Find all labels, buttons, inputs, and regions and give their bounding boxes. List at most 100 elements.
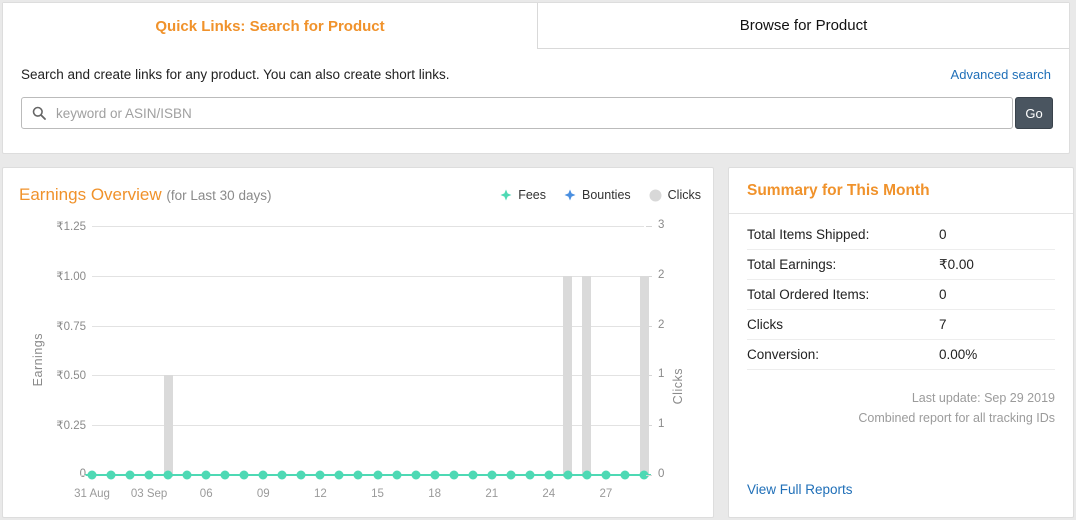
diamond-marker-icon <box>564 189 576 201</box>
legend-item-bounties[interactable]: Bounties <box>564 188 631 202</box>
y-axis-tick-left: 0 <box>79 468 86 480</box>
chart-point-fees[interactable] <box>353 470 363 480</box>
chart-point-fees[interactable] <box>487 470 497 480</box>
x-axis-tick: 27 <box>599 488 613 500</box>
y-axis-tick-left: ₹0.50 <box>56 370 86 382</box>
summary-row-key: Total Ordered Items: <box>747 287 870 302</box>
chart-bar-clicks[interactable] <box>639 275 649 477</box>
chart-point-fees[interactable] <box>449 470 459 480</box>
summary-header: Summary for This Month <box>729 168 1073 214</box>
x-axis-zero-ticklet <box>80 475 86 476</box>
diamond-marker-icon <box>500 189 512 201</box>
chart-bar-clicks[interactable] <box>163 375 173 477</box>
chart-point-fees[interactable] <box>392 470 402 480</box>
chart-point-fees[interactable] <box>582 470 592 480</box>
chart-point-fees[interactable] <box>182 470 192 480</box>
chart-gridline <box>92 276 644 277</box>
tab-quick-links-search[interactable]: Quick Links: Search for Product <box>3 3 537 49</box>
search-description: Search and create links for any product.… <box>21 67 450 82</box>
summary-panel: Summary for This Month Total Items Shipp… <box>728 167 1074 518</box>
chart-subtitle-text: (for Last 30 days) <box>166 188 272 203</box>
chart-point-fees[interactable] <box>296 470 306 480</box>
summary-row: Total Earnings: ₹0.00 <box>747 250 1055 280</box>
last-update-note: Last update: Sep 29 2019 <box>911 391 1055 405</box>
chart-bar-clicks[interactable] <box>582 275 592 477</box>
chart-point-fees[interactable] <box>506 470 516 480</box>
summary-row-value: 0 <box>939 227 947 242</box>
y-axis-tick-left: ₹1.00 <box>56 271 86 283</box>
chart-point-fees[interactable] <box>430 470 440 480</box>
chart-point-fees[interactable] <box>201 470 211 480</box>
quick-links-panel: Quick Links: Search for Product Browse f… <box>2 2 1070 154</box>
chart-point-fees[interactable] <box>525 470 535 480</box>
y-axis-tick-right: 2 <box>658 269 665 281</box>
chart-gridline <box>92 425 644 426</box>
search-box[interactable] <box>21 97 1013 129</box>
y-axis-tick-right: 0 <box>658 468 665 480</box>
chart-point-fees[interactable] <box>277 470 287 480</box>
chart-point-fees[interactable] <box>163 470 173 480</box>
combined-report-note: Combined report for all tracking IDs <box>858 411 1055 425</box>
view-full-reports-link[interactable]: View Full Reports <box>747 482 853 497</box>
tab-label: Browse for Product <box>739 17 868 34</box>
chart-legend: Fees Bounties Clicks <box>500 188 701 202</box>
y-axis-tick-left: ₹1.25 <box>56 221 86 233</box>
tab-browse-for-product[interactable]: Browse for Product <box>537 3 1069 49</box>
chart-point-fees[interactable] <box>620 470 630 480</box>
y-axis-tick-right: 3 <box>658 219 665 231</box>
summary-row-value: ₹0.00 <box>939 256 974 272</box>
chart-gridline <box>92 326 644 327</box>
summary-row: Conversion: 0.00% <box>747 340 1055 370</box>
y-axis-ticklet-right <box>646 226 652 227</box>
chart-plot-area: Earnings Clicks ₹1.25 ₹1.00 ₹0.75 ₹0.50 ₹0.2… <box>3 213 715 513</box>
x-axis-tick: 09 <box>256 488 270 500</box>
chart-point-fees[interactable] <box>239 470 249 480</box>
chart-point-fees[interactable] <box>87 470 97 480</box>
search-icon <box>32 106 46 120</box>
chart-point-fees[interactable] <box>334 470 344 480</box>
chart-point-fees[interactable] <box>411 470 421 480</box>
page-root: Quick Links: Search for Product Browse f… <box>0 0 1076 520</box>
chart-bar-clicks[interactable] <box>563 275 573 477</box>
chart-point-fees[interactable] <box>601 470 611 480</box>
chart-point-fees[interactable] <box>220 470 230 480</box>
x-axis-tick: 18 <box>428 488 442 500</box>
summary-row-value: 0.00% <box>939 347 978 362</box>
chart-point-fees[interactable] <box>258 470 268 480</box>
chart-point-fees[interactable] <box>373 470 383 480</box>
legend-item-fees[interactable]: Fees <box>500 188 546 202</box>
summary-row-key: Clicks <box>747 317 783 332</box>
summary-row-key: Total Items Shipped: <box>747 227 870 242</box>
x-axis-tick: 21 <box>485 488 499 500</box>
summary-row-key: Conversion: <box>747 347 820 362</box>
chart-title-text: Earnings Overview <box>19 185 162 204</box>
earnings-overview-panel: Earnings Overview (for Last 30 days) Fee… <box>2 167 714 518</box>
chart-point-fees[interactable] <box>563 470 573 480</box>
x-axis-tick: 24 <box>542 488 556 500</box>
go-button[interactable]: Go <box>1015 97 1053 129</box>
chart-point-fees[interactable] <box>468 470 478 480</box>
legend-item-clicks[interactable]: Clicks <box>649 188 701 202</box>
summary-row-key: Total Earnings: <box>747 257 837 272</box>
summary-row: Total Items Shipped: 0 <box>747 220 1055 250</box>
chart-point-fees[interactable] <box>544 470 554 480</box>
chart-point-fees[interactable] <box>144 470 154 480</box>
chart-title: Earnings Overview (for Last 30 days) <box>19 185 271 205</box>
chart-point-fees[interactable] <box>315 470 325 480</box>
tab-label: Quick Links: Search for Product <box>155 17 385 35</box>
go-button-label: Go <box>1025 105 1043 121</box>
summary-rows: Total Items Shipped: 0 Total Earnings: ₹0.0… <box>729 214 1073 370</box>
summary-title: Summary for This Month <box>747 181 930 199</box>
search-input[interactable] <box>54 99 1012 127</box>
summary-row-value: 7 <box>939 317 947 332</box>
chart-point-fees[interactable] <box>125 470 135 480</box>
y-axis-tick-right: 2 <box>658 319 665 331</box>
chart-point-fees[interactable] <box>106 470 116 480</box>
circle-marker-icon <box>649 189 662 201</box>
legend-label-fees: Fees <box>518 188 546 202</box>
y-axis-tick-right: 1 <box>658 368 665 380</box>
advanced-search-link[interactable]: Advanced search <box>951 67 1051 82</box>
tab-bar: Quick Links: Search for Product Browse f… <box>3 3 1069 49</box>
chart-gridline <box>92 375 644 376</box>
y-axis-tick-left: ₹0.25 <box>56 420 86 432</box>
